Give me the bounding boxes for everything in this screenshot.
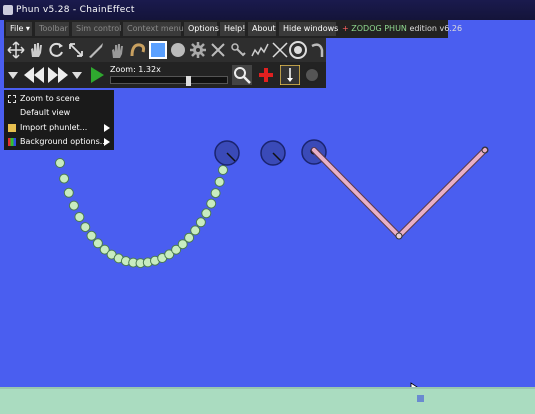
chain-bead[interactable] [74,212,85,222]
cursor-marker [417,395,424,402]
chain-bead[interactable] [201,208,212,219]
chain-bead[interactable] [55,158,65,168]
chain-bead[interactable] [214,176,225,187]
simulation-canvas[interactable] [0,0,535,387]
chain-bead[interactable] [218,165,228,175]
chain-bead[interactable] [206,198,217,209]
chain-bead[interactable] [68,200,79,211]
wheel-1[interactable] [214,140,240,166]
chain-bead[interactable] [86,230,97,241]
ground-plane[interactable] [0,387,535,414]
bead-chain[interactable] [55,158,228,269]
chain-bead[interactable] [184,232,195,243]
chain-bead[interactable] [59,173,70,184]
chain-bead[interactable] [195,217,206,228]
chain-bead[interactable] [210,188,221,199]
chain-bead[interactable] [80,222,91,233]
wheel-2[interactable] [260,140,286,166]
chain-bead[interactable] [190,225,201,236]
v-linkage[interactable] [311,146,489,240]
chain-bead[interactable] [63,187,74,198]
